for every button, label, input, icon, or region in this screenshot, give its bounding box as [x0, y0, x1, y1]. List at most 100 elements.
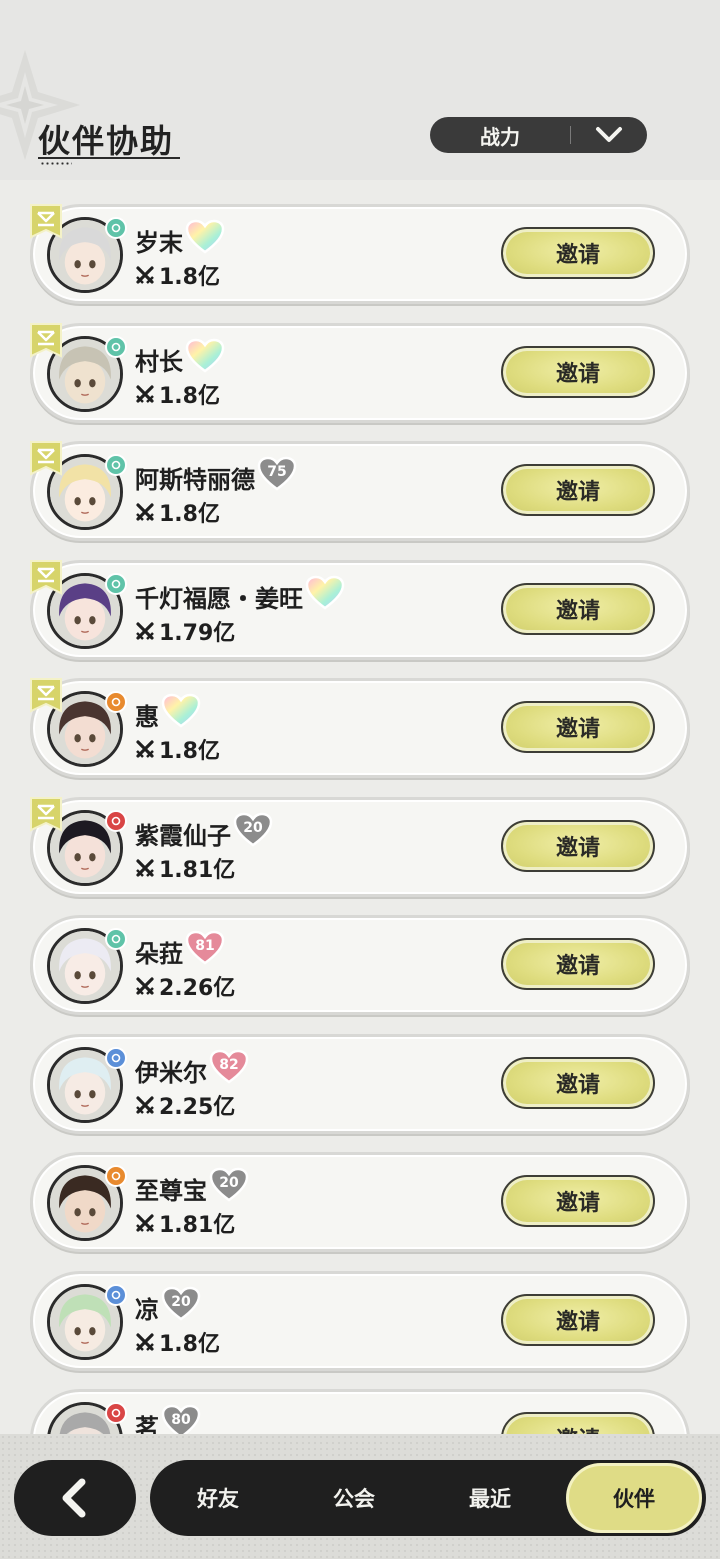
header: 伙伴协助 战力 [0, 0, 720, 180]
partner-card[interactable]: 惠 1.8亿 邀请 [30, 678, 690, 778]
anemo-element-icon [105, 454, 127, 476]
affinity-heart-icon [185, 219, 225, 255]
invite-button[interactable]: 邀请 [501, 701, 655, 753]
page-title: 伙伴协助 [38, 122, 175, 160]
pyro-element-icon [105, 809, 127, 832]
combat-power: 1.8亿 [135, 378, 220, 410]
crossed-swords-icon [136, 1332, 154, 1351]
anemo-element-icon [105, 217, 127, 239]
combat-power-value: 2.25亿 [159, 1094, 236, 1120]
crossed-swords-icon [136, 740, 154, 758]
affinity-level: 82 [219, 1056, 239, 1073]
combat-power: 2.26亿 [135, 970, 235, 1002]
combat-power-value: 1.79亿 [159, 620, 236, 646]
hydro-element-icon [105, 1283, 127, 1306]
anemo-element-icon [105, 335, 127, 358]
affinity-level: 81 [195, 938, 215, 954]
combat-power-value: 1.8亿 [159, 1331, 220, 1357]
invite-button[interactable]: 邀请 [501, 1293, 655, 1346]
combat-power: 1.79亿 [135, 615, 235, 647]
partner-name: 至尊宝 [135, 1177, 207, 1205]
combat-power: 1.81亿 [135, 1207, 235, 1239]
combat-power: 2.25亿 [135, 1089, 235, 1121]
support-tag-icon [29, 677, 63, 713]
partner-name: 千灯福愿・姜旺 [135, 584, 303, 613]
invite-button[interactable]: 邀请 [501, 1056, 655, 1109]
pyro-element-icon [105, 1402, 127, 1424]
back-button[interactable] [14, 1460, 136, 1536]
affinity-heart-icon: 80 [161, 1404, 201, 1434]
affinity-level: 20 [219, 1175, 239, 1191]
crossed-swords-icon [136, 621, 154, 640]
affinity-heart-icon [185, 338, 225, 374]
partner-name: 茗 [135, 1414, 159, 1434]
tab-bar: 好友 公会 最近 伙伴 [150, 1460, 706, 1536]
sort-dropdown[interactable]: 战力 [430, 117, 647, 153]
partner-card[interactable]: 村长 1.8亿 邀请 [29, 322, 690, 423]
partner-name: 凉 [135, 1295, 159, 1324]
partner-name: 村长 [135, 347, 183, 376]
tab-1[interactable]: 公会 [286, 1460, 422, 1536]
partner-card[interactable]: 至尊宝 20 1.81亿 邀请 [30, 1152, 690, 1252]
affinity-level: 20 [171, 1293, 191, 1310]
partner-list[interactable]: 岁末 1.8亿 邀请 村长 1.8亿 邀请 阿斯特丽德 75 1.8亿 邀请 千灯福愿・姜旺 1.79… [0, 200, 720, 1434]
affinity-heart-icon: 82 [209, 1049, 249, 1085]
crossed-swords-icon [136, 1214, 154, 1232]
support-tag-icon [29, 322, 63, 358]
affinity-level: 75 [267, 464, 287, 480]
affinity-level: 20 [243, 819, 263, 836]
affinity-heart-icon: 81 [185, 930, 225, 966]
crossed-swords-icon [136, 384, 154, 403]
sort-label: 战力 [480, 124, 520, 149]
invite-button[interactable]: 邀请 [501, 345, 655, 398]
affinity-heart-icon [305, 575, 345, 611]
partner-card[interactable]: 茗 80 邀请 [30, 1389, 690, 1434]
partner-name: 伊米尔 [135, 1058, 207, 1087]
invite-button[interactable]: 邀请 [501, 464, 655, 516]
combat-power-value: 1.81亿 [159, 857, 236, 883]
combat-power: 1.81亿 [135, 852, 235, 884]
combat-power-value: 2.26亿 [159, 976, 236, 1001]
invite-button[interactable]: 邀请 [501, 582, 655, 635]
invite-button[interactable]: 邀请 [501, 819, 655, 872]
partner-card[interactable]: 朵菈 81 2.26亿 邀请 [30, 915, 690, 1015]
tab-2[interactable]: 最近 [422, 1460, 558, 1536]
partner-card[interactable]: 阿斯特丽德 75 1.8亿 邀请 [30, 441, 690, 541]
geo-element-icon [105, 691, 127, 713]
combat-power: 1.8亿 [135, 733, 220, 765]
combat-power: 1.8亿 [135, 496, 220, 528]
support-tag-icon [29, 203, 63, 239]
tab-0[interactable]: 好友 [150, 1460, 286, 1536]
partner-name: 阿斯特丽德 [135, 466, 255, 494]
combat-power: 1.8亿 [135, 259, 220, 291]
invite-button[interactable]: 邀请 [501, 1412, 655, 1434]
partner-name: 紫霞仙子 [135, 821, 231, 850]
affinity-heart-icon: 20 [161, 1286, 201, 1322]
partner-card[interactable]: 伊米尔 82 2.25亿 邀请 [30, 1033, 690, 1134]
invite-button[interactable]: 邀请 [501, 227, 655, 279]
partner-card[interactable]: 岁末 1.8亿 邀请 [30, 204, 690, 304]
anemo-element-icon [105, 928, 127, 950]
invite-button[interactable]: 邀请 [501, 1175, 655, 1227]
crossed-swords-icon [136, 1095, 154, 1114]
affinity-heart-icon: 20 [233, 812, 273, 848]
combat-power: 1.8亿 [135, 1326, 220, 1358]
crossed-swords-icon [136, 977, 154, 995]
invite-button[interactable]: 邀请 [501, 938, 655, 990]
tab-3[interactable]: 伙伴 [566, 1463, 702, 1533]
crossed-swords-icon [136, 858, 154, 877]
combat-power-value: 1.81亿 [159, 1213, 236, 1238]
affinity-heart-icon: 75 [257, 456, 297, 492]
partner-card[interactable]: 千灯福愿・姜旺 1.79亿 邀请 [29, 559, 690, 660]
partner-card[interactable]: 凉 20 1.8亿 邀请 [30, 1270, 690, 1371]
partner-card[interactable]: 紫霞仙子 20 1.81亿 邀请 [30, 796, 690, 897]
crossed-swords-icon [136, 266, 154, 284]
combat-power-value: 1.8亿 [159, 265, 220, 290]
affinity-level: 80 [171, 1412, 191, 1428]
support-tag-icon [29, 440, 63, 476]
support-tag-icon [29, 559, 63, 595]
partner-name: 朵菈 [135, 940, 183, 968]
combat-power-value: 1.8亿 [159, 383, 220, 409]
partner-name: 惠 [135, 703, 159, 731]
geo-element-icon [105, 1165, 127, 1187]
